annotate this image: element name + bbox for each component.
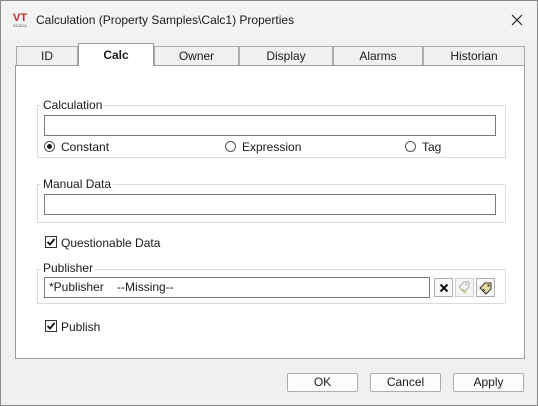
- tab-display[interactable]: Display: [239, 46, 333, 65]
- constant-radio[interactable]: [44, 141, 55, 152]
- clear-publisher-button[interactable]: [434, 278, 453, 297]
- browse-tag-button[interactable]: [455, 278, 474, 297]
- clear-icon: [439, 283, 448, 292]
- publisher-group-label: Publisher: [41, 261, 96, 275]
- constant-radio-label[interactable]: Constant: [61, 140, 109, 154]
- vtscada-logo: VT SCADA: [12, 11, 32, 29]
- calculation-group-label: Calculation: [41, 98, 105, 112]
- checkmark-icon: [46, 238, 56, 246]
- tab-id[interactable]: ID: [16, 46, 78, 65]
- tab-alarms[interactable]: Alarms: [333, 46, 423, 65]
- publish-label[interactable]: Publish: [61, 320, 100, 334]
- close-button[interactable]: [505, 9, 529, 31]
- questionable-data-checkbox[interactable]: [45, 236, 57, 248]
- select-tag-button[interactable]: [476, 278, 495, 297]
- logo-subtext: SCADA: [13, 23, 27, 28]
- apply-button[interactable]: Apply: [453, 373, 524, 392]
- ok-button[interactable]: OK: [287, 373, 358, 392]
- manual-data-group-label: Manual Data: [41, 177, 114, 191]
- publisher-field[interactable]: *Publisher --Missing--: [44, 277, 430, 298]
- calculation-input[interactable]: [44, 115, 496, 136]
- cancel-button[interactable]: Cancel: [370, 373, 441, 392]
- publish-checkbox[interactable]: [45, 320, 57, 332]
- tab-owner[interactable]: Owner: [154, 46, 239, 65]
- tag-radio[interactable]: [405, 141, 416, 152]
- manual-data-input[interactable]: [44, 194, 496, 215]
- checkmark-icon: [46, 322, 56, 330]
- title-bar[interactable]: VT SCADA Calculation (Property Samples\C…: [1, 1, 537, 39]
- expression-radio[interactable]: [225, 141, 236, 152]
- window-title: Calculation (Property Samples\Calc1) Pro…: [36, 13, 295, 27]
- tab-historian[interactable]: Historian: [423, 46, 525, 65]
- tab-calc[interactable]: Calc: [78, 43, 154, 66]
- calc-tab-panel: Calculation Constant Expression Tag Manu…: [15, 65, 525, 359]
- questionable-data-label[interactable]: Questionable Data: [61, 236, 160, 250]
- close-icon: [511, 14, 523, 26]
- expression-radio-label[interactable]: Expression: [242, 140, 301, 154]
- properties-dialog: VT SCADA Calculation (Property Samples\C…: [0, 0, 538, 406]
- tag-radio-label[interactable]: Tag: [422, 140, 441, 154]
- tag-browse-icon: [458, 281, 470, 294]
- tag-select-icon: [478, 282, 491, 295]
